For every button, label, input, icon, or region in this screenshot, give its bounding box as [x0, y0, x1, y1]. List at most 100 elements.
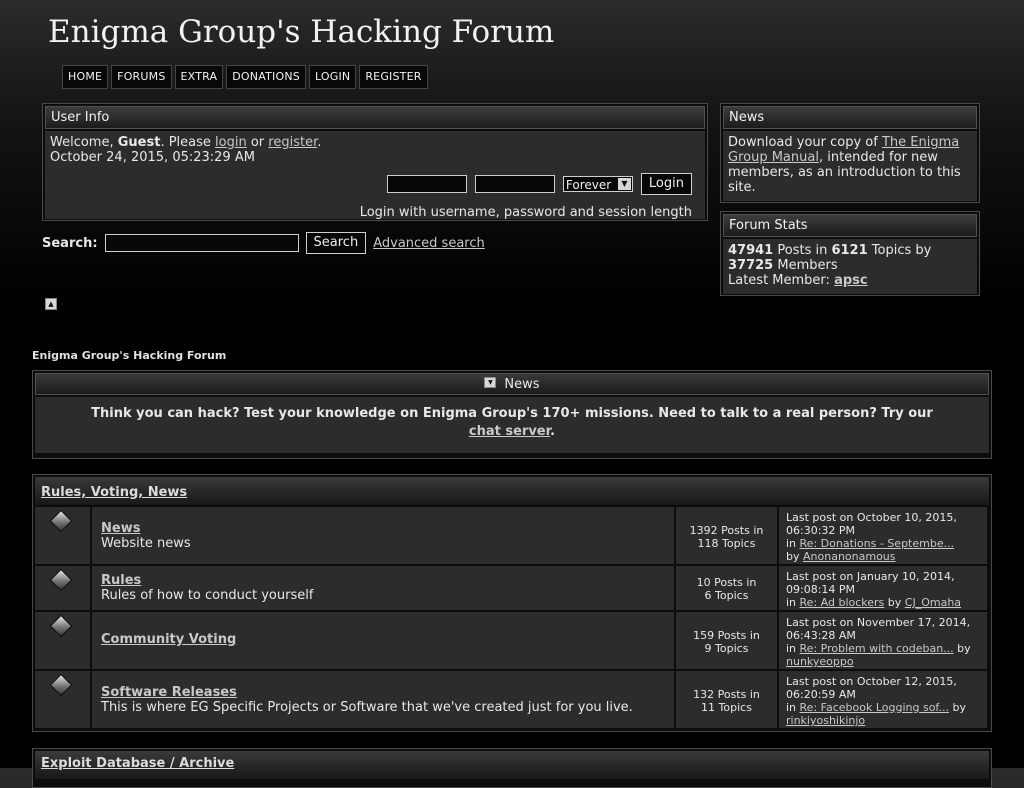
current-datetime: October 24, 2015, 05:23:29 AM [50, 150, 255, 165]
in-text: in [786, 596, 800, 609]
board-stats-cell: 159 Posts in 9 Topics [676, 612, 777, 669]
user-info-heading: User Info [45, 106, 705, 129]
user-info-body: Welcome, Guest. Please login or register… [45, 131, 705, 220]
board-name-link[interactable]: Software Releases [101, 685, 237, 700]
by-text: by [949, 701, 966, 714]
session-length-value: Forever [565, 178, 612, 192]
last-post-user-link[interactable]: nunkyeoppo [786, 655, 854, 668]
nav-forums-button[interactable]: FORUMS [111, 65, 172, 89]
nav-donations-button[interactable]: DONATIONS [226, 65, 306, 89]
board-status-icon [49, 614, 73, 638]
board-icon-cell [35, 612, 90, 669]
category-link[interactable]: Rules, Voting, News [41, 485, 187, 500]
board-name-link[interactable]: Community Voting [101, 632, 236, 647]
search-input[interactable] [104, 234, 299, 252]
board-row: News Website news 1392 Posts in 118 Topi… [35, 507, 989, 564]
board-last-post-cell: Last post on October 12, 2015, 06:20:59 … [779, 671, 987, 728]
by-text: by [786, 550, 803, 563]
nav-login-button[interactable]: LOGIN [308, 65, 357, 89]
last-post-topic-link[interactable]: Re: Facebook Logging sof... [800, 701, 949, 714]
login-button[interactable]: Login [640, 173, 692, 195]
board-topics: 9 Topics [704, 642, 749, 655]
news-sidebar-body: Download your copy of The Enigma Group M… [723, 131, 977, 201]
forum-stats-panel: Forum Stats 47941 Posts in 6121 Topics b… [720, 211, 980, 296]
top-nav: HOME FORUMS EXTRA DONATIONS LOGIN REGIST… [62, 65, 428, 89]
news-box-text: Think you can hack? Test your knowledge … [91, 406, 933, 421]
members-count: 37725 [728, 258, 774, 273]
last-post-date: Last post on October 10, 2015, 06:30:32 … [786, 511, 957, 537]
category-header: Rules, Voting, News [35, 477, 989, 505]
in-text: in [786, 701, 800, 714]
board-description: This is where EG Specific Projects or So… [101, 700, 633, 715]
board-row: Software Releases This is where EG Speci… [35, 671, 989, 728]
nav-home-button[interactable]: HOME [62, 65, 109, 89]
password-input[interactable] [474, 175, 555, 193]
forum-stats-body: 47941 Posts in 6121 Topics by 37725 Memb… [723, 239, 977, 294]
board-posts: 10 Posts in [696, 576, 757, 589]
board-info-cell: Community Voting [92, 612, 674, 669]
news-box-end: . [550, 424, 556, 439]
search-button[interactable]: Search [305, 232, 367, 254]
latest-member-label: Latest Member: [728, 273, 835, 288]
board-icon-cell [35, 507, 90, 564]
search-label: Search: [42, 235, 98, 251]
board-stats-cell: 132 Posts in 11 Topics [676, 671, 777, 728]
last-post-user-link[interactable]: Anonanonamous [803, 550, 896, 563]
last-post-date: Last post on January 10, 2014, 09:08:14 … [786, 570, 955, 596]
last-post-topic-link[interactable]: Re: Problem with codeban... [800, 642, 954, 655]
board-icon-cell [35, 671, 90, 728]
welcome-line: Welcome, Guest. Please login or register… [50, 135, 700, 150]
collapse-down-icon[interactable]: ▼ [484, 377, 497, 388]
board-topics: 11 Topics [701, 701, 752, 714]
collapse-up-icon[interactable]: ▲ [45, 298, 57, 310]
last-post-date: Last post on November 17, 2014, 06:43:28… [786, 616, 971, 642]
last-post-user-link[interactable]: rinkiyoshikinjo [786, 714, 865, 727]
board-last-post-cell: Last post on October 10, 2015, 06:30:32 … [779, 507, 987, 564]
login-hint: Login with username, password and sessio… [359, 205, 692, 220]
welcome-prefix: Welcome, [50, 135, 118, 150]
posts-count: 47941 [728, 243, 774, 258]
board-status-icon [49, 509, 73, 533]
board-last-post-cell: Last post on November 17, 2014, 06:43:28… [779, 612, 987, 669]
last-post-date: Last post on October 12, 2015, 06:20:59 … [786, 675, 957, 701]
chat-server-link[interactable]: chat server [469, 424, 550, 439]
category-link[interactable]: Exploit Database / Archive [41, 756, 234, 771]
news-box: ▼ News Think you can hack? Test your know… [32, 370, 992, 459]
advanced-search-link[interactable]: Advanced search [373, 236, 485, 251]
please-text: . Please [160, 135, 216, 150]
register-link[interactable]: register [268, 135, 317, 150]
board-stats-cell: 1392 Posts in 118 Topics [676, 507, 777, 564]
news-sidebar-heading: News [723, 106, 977, 129]
board-last-post-cell: Last post on January 10, 2014, 09:08:14 … [779, 566, 987, 610]
latest-member-link[interactable]: apsc [834, 273, 868, 288]
last-post-topic-link[interactable]: Re: Donations - Septembe... [800, 537, 955, 550]
search-bar: Search: Search Advanced search [42, 232, 485, 254]
board-topics: 118 Topics [697, 537, 756, 550]
board-posts: 1392 Posts in [689, 524, 764, 537]
login-link[interactable]: login [215, 135, 247, 150]
board-status-icon [49, 673, 73, 697]
session-length-select[interactable]: Forever ▼ [562, 176, 633, 192]
board-info-cell: News Website news [92, 507, 674, 564]
last-post-user-link[interactable]: CJ_Omaha [905, 596, 961, 609]
news-sidebar-panel: News Download your copy of The Enigma Gr… [720, 103, 980, 203]
username-input[interactable] [386, 175, 467, 193]
board-info-cell: Rules Rules of how to conduct yourself [92, 566, 674, 610]
in-text: in [786, 537, 800, 550]
board-name-link[interactable]: Rules [101, 573, 141, 588]
board-row: Community Voting 159 Posts in 9 Topics L… [35, 612, 989, 669]
nav-register-button[interactable]: REGISTER [359, 65, 428, 89]
topics-by-text: Topics by [867, 243, 932, 258]
breadcrumb[interactable]: Enigma Group's Hacking Forum [32, 349, 226, 362]
by-text: by [884, 596, 905, 609]
site-title: Enigma Group's Hacking Forum [48, 14, 555, 50]
chevron-down-icon: ▼ [617, 178, 631, 190]
login-form: Forever ▼ Login [386, 173, 692, 195]
board-info-cell: Software Releases This is where EG Speci… [92, 671, 674, 728]
last-post-topic-link[interactable]: Re: Ad blockers [800, 596, 885, 609]
board-topics: 6 Topics [704, 589, 749, 602]
in-text: in [786, 642, 800, 655]
board-posts: 132 Posts in [693, 688, 760, 701]
board-name-link[interactable]: News [101, 521, 140, 536]
nav-extra-button[interactable]: EXTRA [174, 65, 224, 89]
